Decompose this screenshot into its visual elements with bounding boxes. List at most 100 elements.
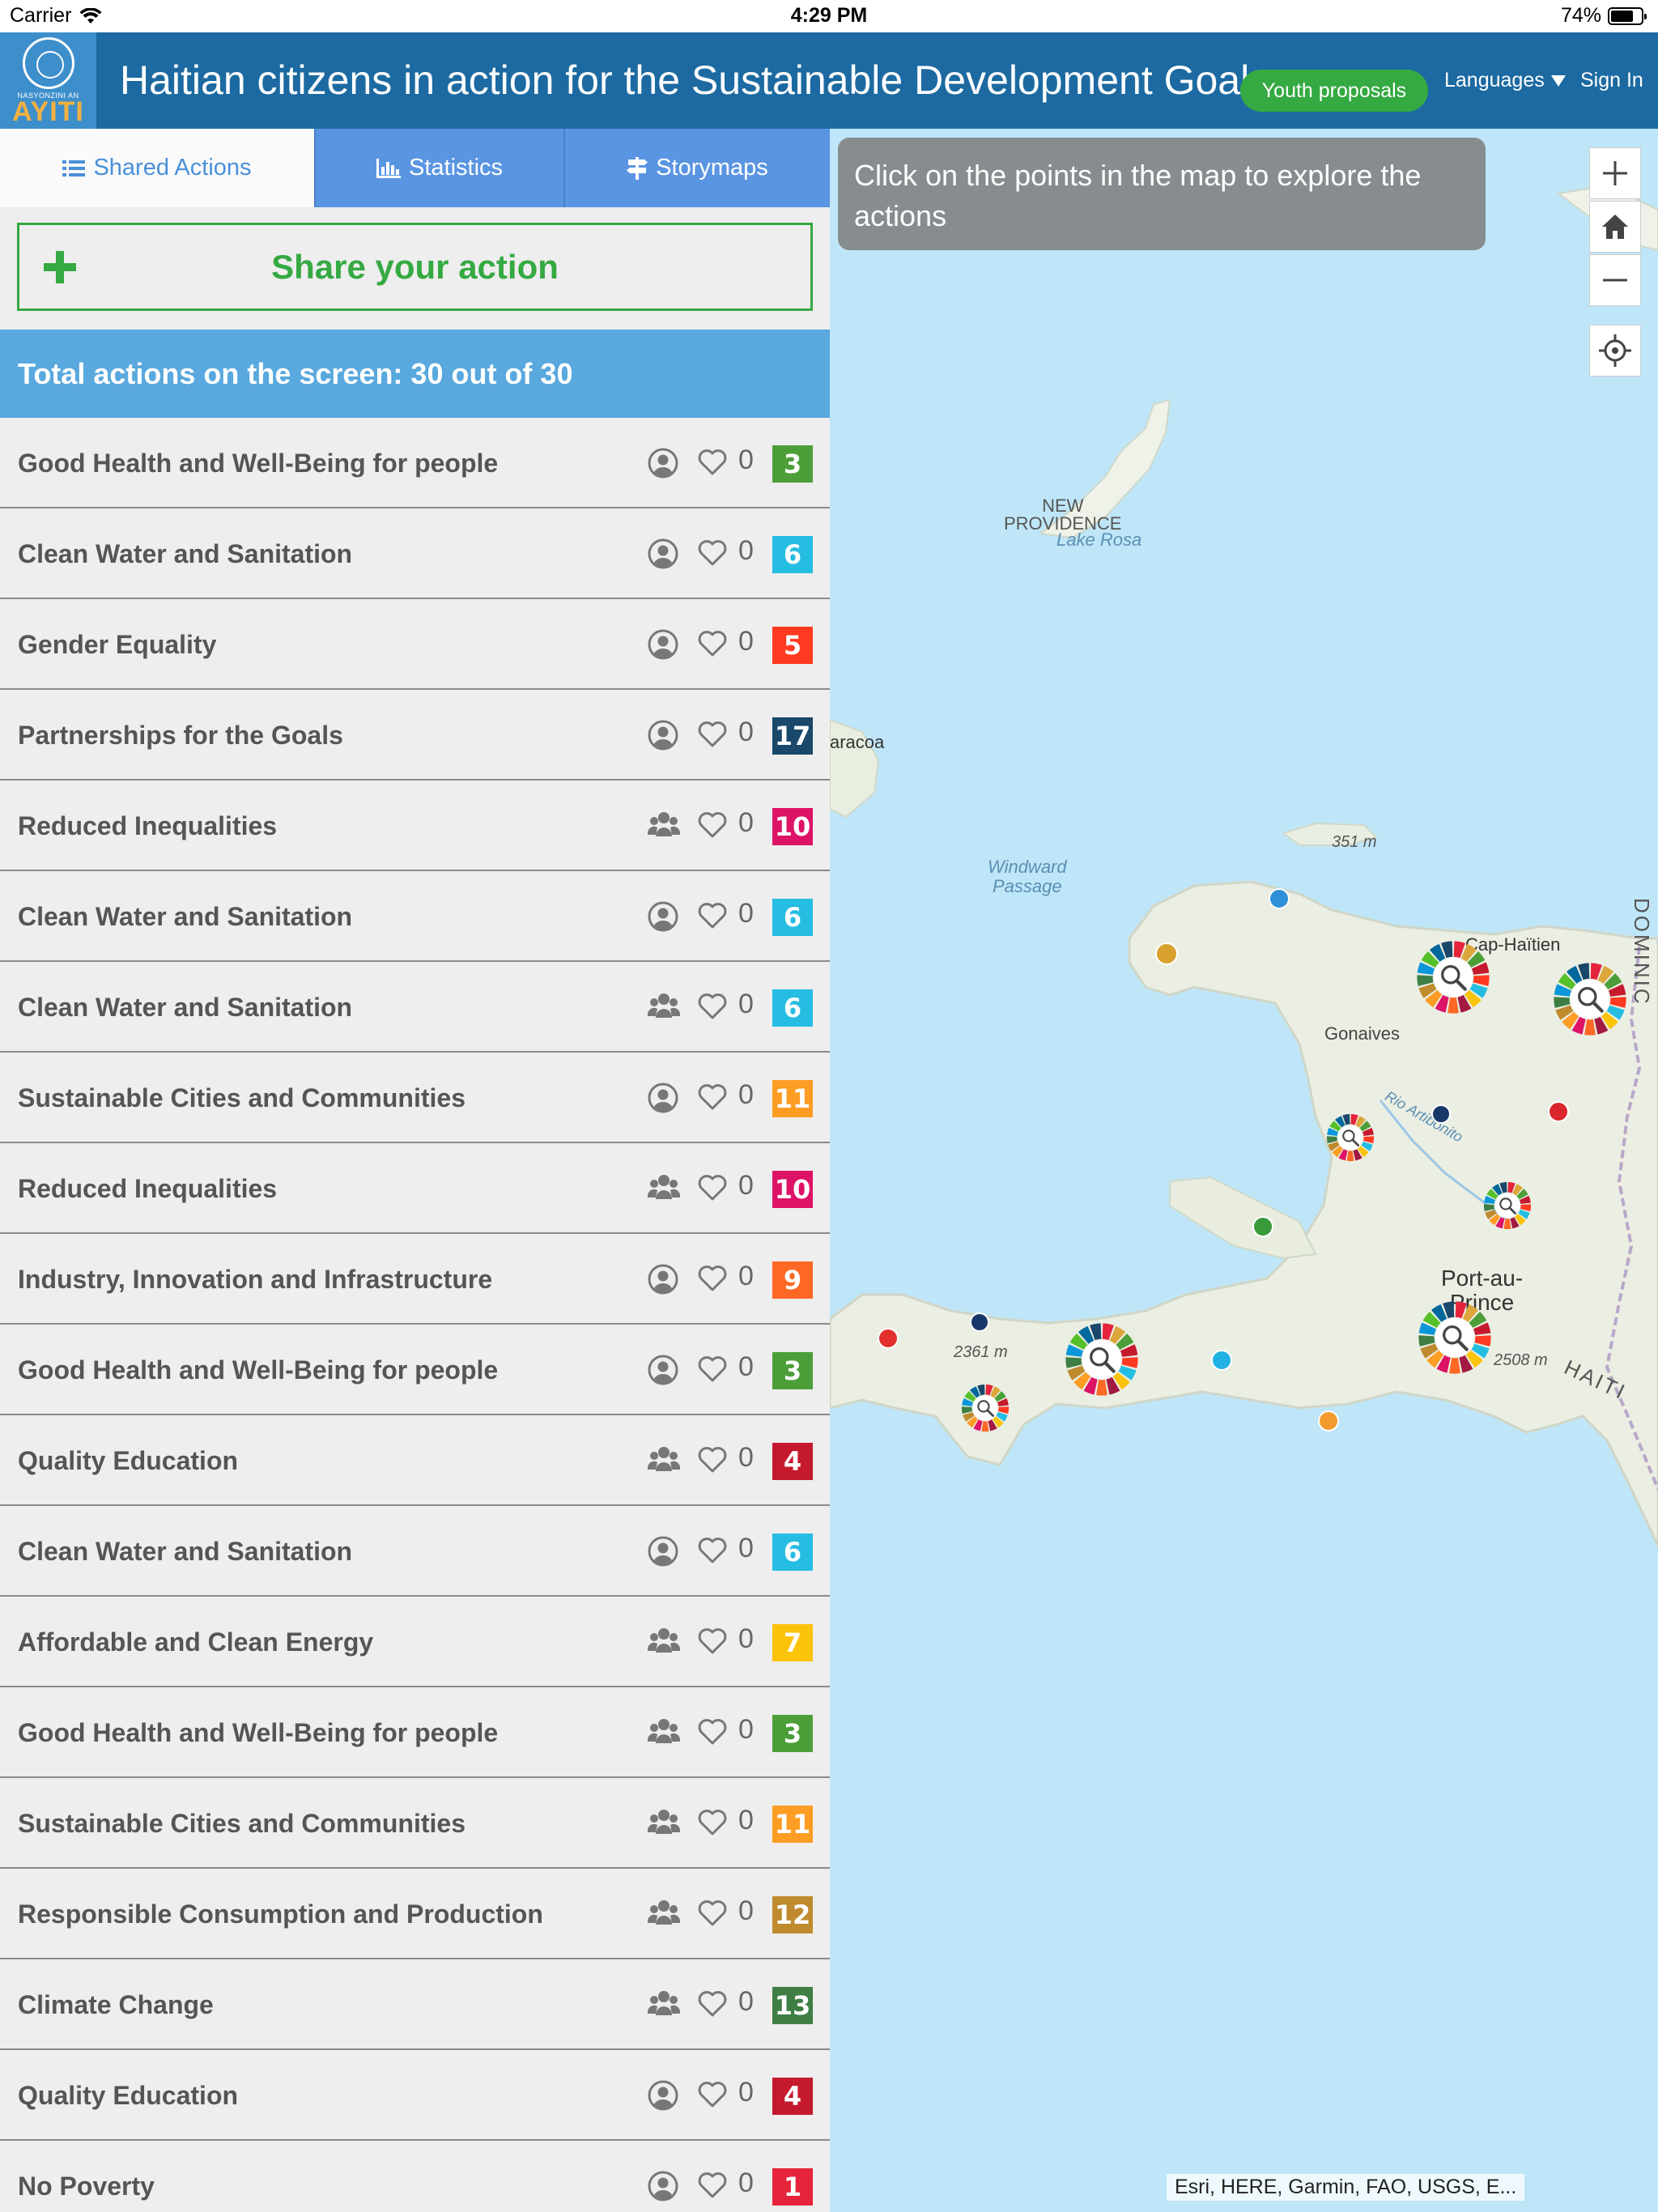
action-title: Affordable and Clean Energy (18, 1627, 374, 1657)
youth-proposals-button[interactable]: Youth proposals (1240, 70, 1428, 112)
action-list-item[interactable]: Quality Education 0 4 (0, 1415, 830, 1506)
map-point-marker[interactable] (1155, 942, 1178, 965)
action-list-item[interactable]: Climate Change 0 13 (0, 1959, 830, 2050)
action-list-item[interactable]: Clean Water and Sanitation 0 6 (0, 962, 830, 1053)
heart-icon[interactable] (698, 1809, 727, 1840)
action-list-item[interactable]: Good Health and Well-Being for people 0 3 (0, 418, 830, 508)
action-list-item[interactable]: Reduced Inequalities 0 10 (0, 1143, 830, 1234)
action-list-item[interactable]: Clean Water and Sanitation 0 6 (0, 871, 830, 962)
user-circle-icon (648, 901, 678, 932)
map-point-marker[interactable] (1431, 1104, 1451, 1124)
home-icon (1602, 215, 1628, 239)
action-list-item[interactable]: Quality Education 0 4 (0, 2050, 830, 2141)
map-point-marker[interactable] (970, 1312, 989, 1332)
map-point-marker[interactable] (878, 1328, 899, 1349)
heart-icon[interactable] (698, 539, 727, 571)
heart-icon[interactable] (698, 2172, 727, 2203)
action-list-item[interactable]: Responsible Consumption and Production 0 1… (0, 1869, 830, 1959)
heart-icon[interactable] (698, 630, 727, 661)
like-count: 0 (738, 1261, 754, 1291)
heart-icon[interactable] (698, 449, 727, 480)
group-icon (647, 810, 681, 841)
action-list-item[interactable]: Sustainable Cities and Communities 0 11 (0, 1778, 830, 1869)
heart-icon[interactable] (698, 993, 727, 1024)
sdg-badge: 3 (772, 1715, 813, 1752)
map-point-marker[interactable] (1318, 1410, 1339, 1431)
locate-icon (1599, 334, 1631, 367)
sdg-badge: 5 (772, 627, 813, 664)
map-point-marker[interactable] (1211, 1350, 1232, 1371)
map-label-baracoa: aracoa (830, 732, 885, 752)
action-list-item[interactable]: Sustainable Cities and Communities 0 11 (0, 1053, 830, 1143)
locate-button[interactable] (1589, 325, 1641, 376)
heart-icon[interactable] (698, 902, 727, 934)
heart-icon[interactable] (698, 1265, 727, 1296)
zoom-out-button[interactable] (1589, 254, 1641, 306)
action-title: Quality Education (18, 2080, 239, 2110)
action-list-item[interactable]: Clean Water and Sanitation 0 6 (0, 508, 830, 599)
map-label-lake-rosa: Lake Rosa (1056, 530, 1142, 550)
battery-group: 74% (1561, 4, 1647, 28)
heart-icon[interactable] (698, 1899, 727, 1931)
heart-icon[interactable] (698, 1083, 727, 1115)
like-count: 0 (738, 1079, 754, 1110)
map-instructions-box: Click on the points in the map to explor… (838, 138, 1486, 250)
map-cluster-icon[interactable] (1326, 1113, 1375, 1162)
action-list-item[interactable]: Clean Water and Sanitation 0 6 (0, 1506, 830, 1597)
heart-icon[interactable] (698, 2081, 727, 2112)
un-haiti-logo[interactable]: NASYONZINI AN AYITI (0, 32, 96, 129)
map-cluster-icon[interactable] (961, 1384, 1010, 1432)
map-cluster-icon[interactable] (1416, 940, 1490, 1015)
tab-shared-actions[interactable]: Shared Actions (0, 129, 314, 207)
home-button[interactable] (1589, 201, 1641, 253)
group-icon (647, 1445, 681, 1476)
like-count: 0 (738, 1351, 754, 1382)
sdg-badge: 7 (772, 1624, 813, 1661)
like-count: 0 (738, 2077, 754, 2108)
tab-statistics[interactable]: Statistics (314, 129, 563, 207)
share-action-button[interactable]: Share your action (17, 223, 813, 311)
sign-in-link[interactable]: Sign In (1580, 69, 1643, 92)
map-point-marker[interactable] (1269, 888, 1290, 909)
action-list-item[interactable]: No Poverty 0 1 (0, 2141, 830, 2212)
map-cluster-icon[interactable] (1483, 1181, 1532, 1230)
map-label-gonaives: Gonaives (1324, 1023, 1400, 1044)
heart-icon[interactable] (698, 1355, 727, 1387)
map-point-marker[interactable] (1252, 1216, 1273, 1237)
action-list-item[interactable]: Partnerships for the Goals 0 17 (0, 690, 830, 781)
heart-icon[interactable] (698, 1718, 727, 1750)
action-title: Industry, Innovation and Infrastructure (18, 1264, 493, 1294)
action-list-item[interactable]: Good Health and Well-Being for people 0 3 (0, 1325, 830, 1415)
zoom-in-button[interactable] (1589, 147, 1641, 199)
heart-icon[interactable] (698, 1627, 727, 1659)
user-circle-icon (648, 1264, 678, 1295)
map-point-marker[interactable] (1548, 1101, 1569, 1122)
map-label-new-providence: NEW PROVIDENCE (1004, 496, 1122, 534)
action-list-item[interactable]: Gender Equality 0 5 (0, 599, 830, 690)
map-cluster-icon[interactable] (1065, 1322, 1139, 1397)
map-cluster-icon[interactable] (1418, 1300, 1492, 1375)
action-list-item[interactable]: Reduced Inequalities 0 10 (0, 781, 830, 871)
tab-storymaps[interactable]: Storymaps (563, 129, 830, 207)
action-list-item[interactable]: Good Health and Well-Being for people 0 3 (0, 1687, 830, 1778)
action-title: Clean Water and Sanitation (18, 538, 353, 568)
tab-label: Shared Actions (93, 155, 252, 181)
app-header: NASYONZINI AN AYITI Haitian citizens in … (0, 32, 1658, 129)
map-view[interactable]: NEW PROVIDENCE Lake Rosa aracoa Windward P… (830, 129, 1658, 2212)
action-list-item[interactable]: Industry, Innovation and Infrastructure 0… (0, 1234, 830, 1325)
like-count: 0 (738, 1623, 754, 1654)
map-cluster-icon[interactable] (1553, 962, 1627, 1036)
like-count: 0 (738, 1442, 754, 1473)
sdg-badge: 13 (772, 1987, 813, 2024)
like-count: 0 (738, 445, 754, 475)
heart-icon[interactable] (698, 1174, 727, 1206)
heart-icon[interactable] (698, 721, 727, 752)
action-list-item[interactable]: Affordable and Clean Energy 0 7 (0, 1597, 830, 1687)
heart-icon[interactable] (698, 1537, 727, 1568)
heart-icon[interactable] (698, 1446, 727, 1478)
user-circle-icon (648, 2171, 678, 2201)
languages-dropdown[interactable]: Languages (1444, 69, 1566, 92)
heart-icon[interactable] (698, 1990, 727, 2022)
heart-icon[interactable] (698, 811, 727, 843)
action-title: Clean Water and Sanitation (18, 1536, 353, 1566)
